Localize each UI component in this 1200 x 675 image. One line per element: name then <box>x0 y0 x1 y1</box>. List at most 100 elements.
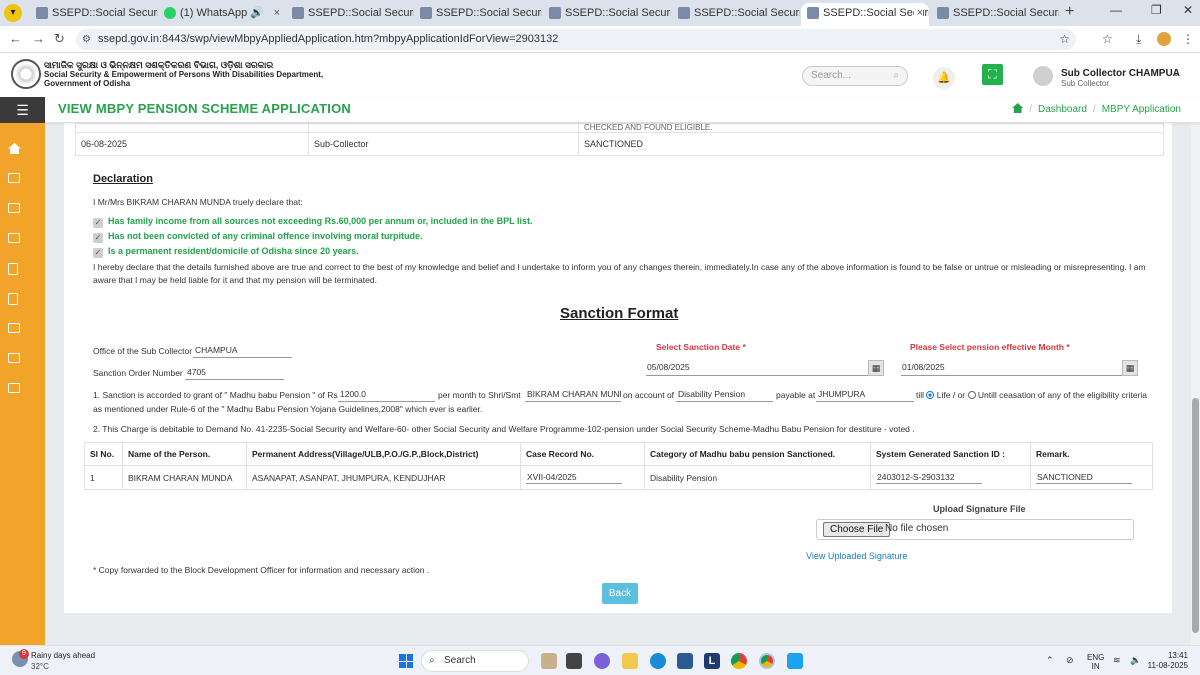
table-cell-category: Disability Pension <box>644 465 871 490</box>
taskbar-search[interactable]: ⌕ Search <box>421 650 529 672</box>
tab-label: SSEPD::Social Security & E <box>436 7 542 19</box>
calendar-icon[interactable]: ▦ <box>1122 360 1138 376</box>
sidebar-ledger-icon[interactable] <box>8 383 20 393</box>
pension-category-field[interactable]: Disability Pension <box>676 388 773 402</box>
bookmark-star-icon[interactable]: ☆ <box>1059 29 1070 50</box>
sidebar-file-icon[interactable] <box>8 293 18 305</box>
task-view-icon[interactable] <box>566 653 582 669</box>
chevron-up-icon[interactable]: ⌃ <box>1046 655 1054 666</box>
history-remark-clipped: CHECKED AND FOUND ELIGIBLE. <box>578 123 1164 133</box>
browser-tab[interactable]: SSEPD::Social Security & E <box>543 3 671 26</box>
sanction-id-field[interactable]: 2403012-S-2903132 <box>876 471 982 484</box>
network-status-icon[interactable]: ⊘ <box>1066 655 1074 666</box>
browser-tab[interactable]: (1) WhatsApp 🔊 × <box>158 3 286 26</box>
sidebar-home-icon[interactable] <box>8 143 21 154</box>
site-info-icon[interactable]: ⚙ <box>82 29 91 50</box>
bookmarks-icon[interactable]: ☆ <box>1102 32 1113 46</box>
sidebar-grid-icon[interactable] <box>8 203 20 213</box>
view-uploaded-signature-link[interactable]: View Uploaded Signature <box>806 551 907 561</box>
checkbox-checked-icon[interactable]: ✓ <box>93 218 103 228</box>
browser-tab[interactable]: SSEPD::Social Security & E <box>30 3 158 26</box>
sidebar-document-icon[interactable] <box>8 263 18 275</box>
chrome-icon[interactable] <box>731 653 747 669</box>
tab-search-menu-icon[interactable]: ▾ <box>4 4 22 22</box>
notification-bell-icon[interactable]: 🔔 <box>933 67 955 89</box>
declaration-item-text: Is a permanent resident/domicile of Odis… <box>108 246 359 256</box>
twitter-icon[interactable] <box>787 653 803 669</box>
chrome-active-icon[interactable] <box>759 653 775 669</box>
page-title-bar: VIEW MBPY PENSION SCHEME APPLICATION / Da… <box>45 97 1200 123</box>
calendar-icon[interactable]: ▦ <box>868 360 884 376</box>
history-date: 06-08-2025 <box>75 132 309 156</box>
checkbox-checked-icon[interactable]: ✓ <box>93 233 103 243</box>
sanction-order-field[interactable]: 4705 <box>185 366 284 380</box>
windows-start-icon[interactable] <box>399 654 413 668</box>
volume-icon[interactable]: 🔈 <box>1130 655 1141 666</box>
user-avatar[interactable] <box>1033 66 1053 86</box>
news-app-icon[interactable] <box>541 653 557 669</box>
l-app-icon[interactable]: L <box>704 653 720 669</box>
sanction-date-field[interactable]: 05/08/2025 ▦ <box>646 360 884 376</box>
sidebar-id-card-icon[interactable] <box>8 233 20 243</box>
browser-tab[interactable]: SSEPD::Social Security & E <box>672 3 800 26</box>
search-input[interactable]: Search... ⌕ <box>802 66 908 86</box>
url-field[interactable]: ⚙ ssepd.gov.in:8443/swp/viewMbpyAppliedAp… <box>76 29 1076 50</box>
user-role: Sub Collector <box>1061 79 1110 88</box>
close-window-icon[interactable]: ✕ <box>1183 3 1193 17</box>
scrollbar-thumb[interactable] <box>1192 398 1199 633</box>
close-tab-icon[interactable]: × <box>913 3 923 23</box>
hamburger-menu-icon[interactable]: ☰ <box>0 97 45 123</box>
user-name[interactable]: Sub Collector CHAMPUA <box>1061 68 1180 79</box>
pension-amount-field[interactable]: 1200.0 <box>338 388 435 402</box>
weather-text: Rainy days ahead <box>31 651 96 660</box>
browser-tab-active[interactable]: SSEPD::Social Security & E× <box>801 3 929 26</box>
case-record-field[interactable]: XVII-04/2025 <box>526 471 622 484</box>
wifi-icon[interactable]: ≋ <box>1113 655 1121 666</box>
sidebar-table-icon[interactable] <box>8 353 20 363</box>
home-icon[interactable] <box>1012 103 1024 113</box>
copilot-icon[interactable] <box>594 653 610 669</box>
input-language[interactable]: ENG IN <box>1087 653 1104 671</box>
browser-tab[interactable]: SSEPD::Social Security & E <box>931 3 1059 26</box>
sidebar-report-icon[interactable] <box>8 323 20 333</box>
edge-browser-icon[interactable] <box>650 653 666 669</box>
back-arrow-icon[interactable]: ← <box>9 31 22 46</box>
signature-file-input[interactable]: Choose File No file chosen <box>816 519 1134 540</box>
store-icon[interactable] <box>677 653 693 669</box>
sidebar-list-icon[interactable] <box>8 173 20 183</box>
chevron-down-icon[interactable]: ⌄ <box>1172 68 1180 79</box>
column-header: Permanent Address(Village/ULB,P.O./G.P.,… <box>246 442 521 466</box>
effective-month-field[interactable]: 01/08/2025 ▦ <box>901 360 1138 376</box>
back-button[interactable]: Back <box>602 583 638 604</box>
beneficiary-name-field[interactable]: BIKRAM CHARAN MUNDA <box>525 388 621 402</box>
checkbox-checked-icon[interactable]: ✓ <box>93 248 103 258</box>
download-icon[interactable]: ⤓ <box>1136 32 1141 47</box>
browser-tab-strip: ▾ SSEPD::Social Security & E (1) WhatsAp… <box>0 0 1200 26</box>
fullscreen-toggle-icon[interactable]: ⛶ <box>982 64 1003 85</box>
forward-arrow-icon[interactable]: → <box>32 31 45 46</box>
system-clock[interactable]: 13:41 11-08-2025 <box>1146 651 1188 671</box>
reload-icon[interactable]: ↻ <box>54 31 65 47</box>
effective-month-value: 01/08/2025 <box>902 362 945 372</box>
close-tab-icon[interactable]: × <box>274 3 280 23</box>
browser-menu-icon[interactable]: ⋮ <box>1182 32 1194 46</box>
browser-tab[interactable]: SSEPD::Social Security & E <box>286 3 414 26</box>
remark-field[interactable]: SANCTIONED <box>1036 471 1132 484</box>
profile-avatar-icon[interactable] <box>1157 32 1171 46</box>
life-radio[interactable] <box>926 391 935 399</box>
new-tab-icon[interactable]: + <box>1065 3 1074 21</box>
choose-file-button[interactable]: Choose File <box>823 522 891 537</box>
tab-label: SSEPD::Social Security & E <box>694 7 800 19</box>
tenure-options: till Life / or Untill ceasation of any o… <box>916 390 1147 400</box>
table-row: 1 BIKRAM CHARAN MUNDA ASANAPAT, ASANPAT,… <box>84 465 1153 490</box>
file-explorer-icon[interactable] <box>622 653 638 669</box>
restore-icon[interactable]: ❐ <box>1151 3 1162 17</box>
until-ceasation-radio[interactable] <box>967 391 976 399</box>
browser-tab[interactable]: SSEPD::Social Security & E <box>414 3 542 26</box>
office-field[interactable]: CHAMPUA <box>193 344 292 358</box>
column-header: System Generated Sanction ID : <box>870 442 1031 466</box>
payable-at-field[interactable]: JHUMPURA <box>816 388 914 402</box>
breadcrumb-dashboard[interactable]: Dashboard <box>1038 104 1087 115</box>
page-scrollbar[interactable] <box>1191 123 1200 645</box>
minimize-icon[interactable]: — <box>1110 3 1122 17</box>
